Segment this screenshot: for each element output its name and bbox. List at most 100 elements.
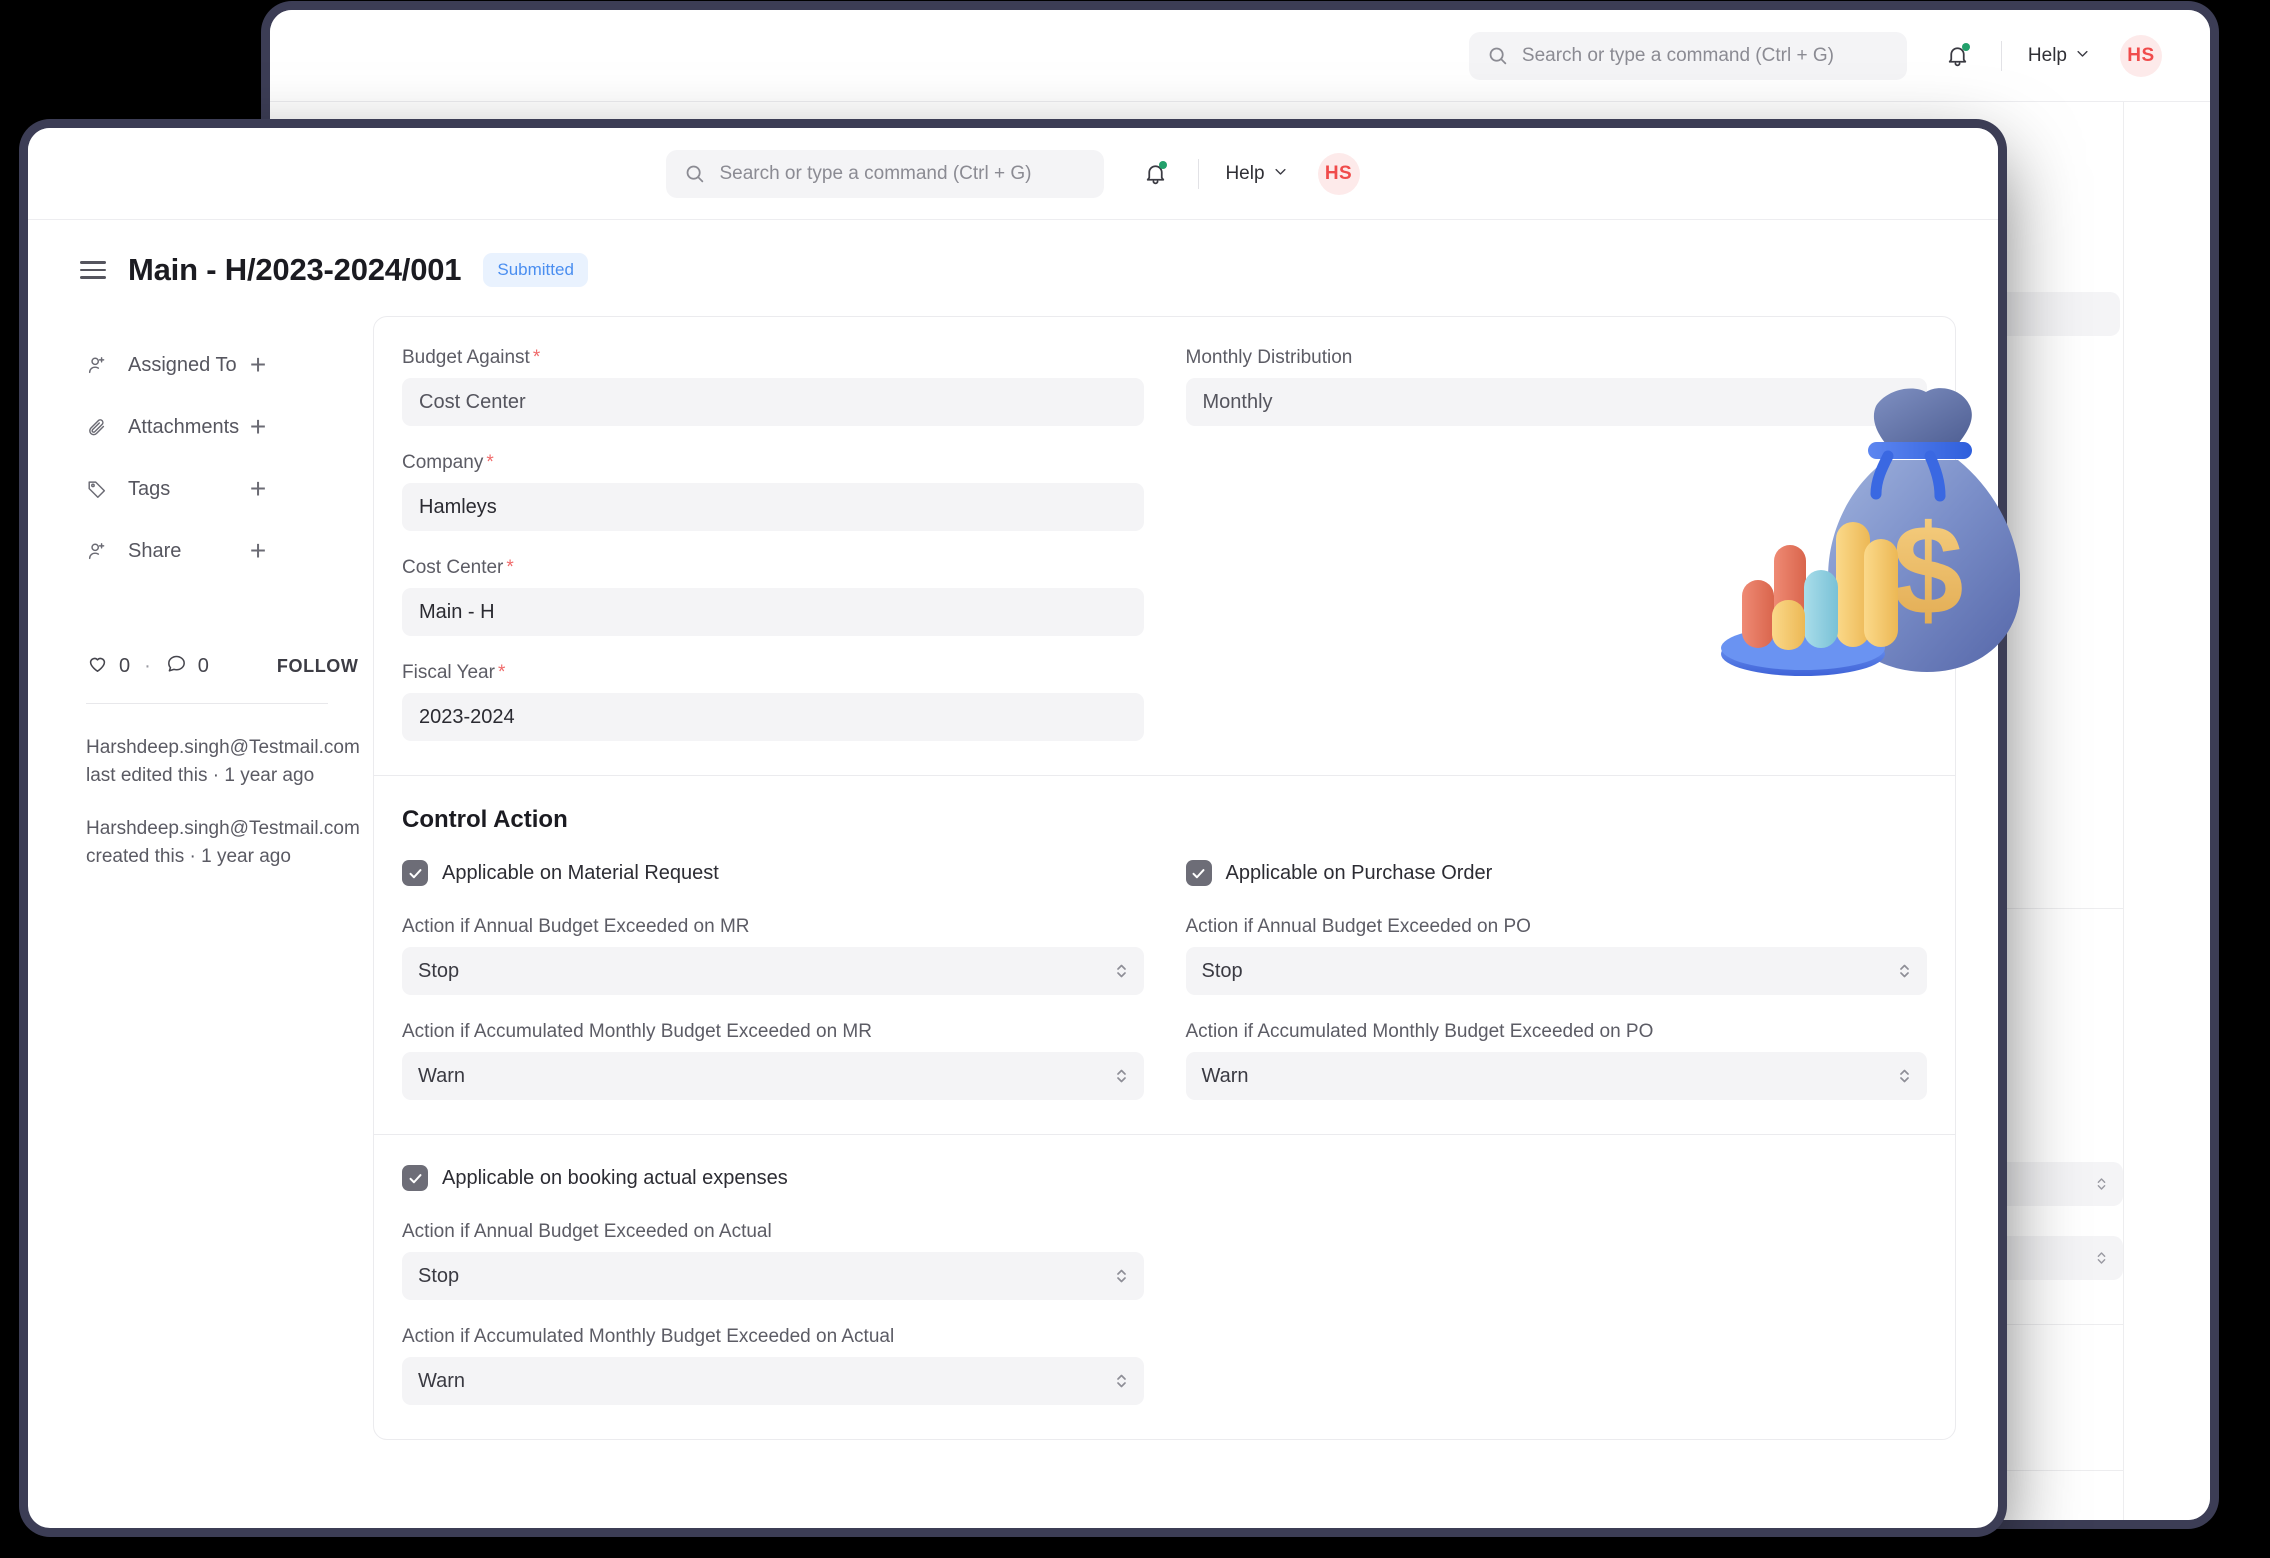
chevron-down-icon [2075,45,2090,67]
select-value: Warn [418,1369,466,1392]
details-right-column: Monthly Distribution Monthly [1185,347,1927,741]
monthly-distribution-input[interactable]: Monthly [1185,378,1927,426]
background-column-rule [2123,102,2124,1520]
add-tag-button[interactable]: + [243,475,273,503]
like-count: 0 [119,655,131,677]
sidebar-item-label: Assigned To [128,353,237,376]
checkbox-row-material-request[interactable]: Applicable on Material Request [402,860,1144,886]
field-label: Action if Annual Budget Exceeded on PO [1185,916,1531,937]
sidebar-divider [86,703,328,704]
field-label: Cost Center * [402,557,514,578]
sidebar-item-attachments[interactable]: Attachments + [86,396,373,458]
page-content: Assigned To + Attachments + Tags + Share… [28,298,1998,1440]
field-label: Budget Against * [402,347,541,368]
field-monthly-budget-exceeded-actual: Action if Accumulated Monthly Budget Exc… [402,1326,1144,1405]
chevron-updown-icon [1115,961,1128,981]
field-label: Action if Annual Budget Exceeded on MR [402,916,750,937]
field-label: Action if Accumulated Monthly Budget Exc… [1185,1021,1654,1042]
select-annual-budget-exceeded-mr[interactable]: Stop [402,947,1144,995]
add-attachment-button[interactable]: + [243,413,273,441]
sidebar-item-tags[interactable]: Tags + [86,458,373,520]
chevron-updown-icon [1898,1066,1911,1086]
like-icon[interactable] [86,652,109,681]
add-assigned-to-button[interactable]: + [243,351,273,379]
tag-icon [86,478,116,500]
page-header: Main - H/2023-2024/001 Submitted [28,220,1998,298]
actual-expenses-right-spacer [1186,1165,1928,1405]
sidebar-item-label: Tags [128,477,171,500]
checkbox-label: Applicable on Purchase Order [1225,861,1493,884]
control-action-po-column: Applicable on Purchase Order Action if A… [1185,860,1928,1100]
select-value: Stop [1201,959,1243,982]
search-input[interactable]: Search or type a command (Ctrl + G) [666,149,1105,198]
field-label: Fiscal Year * [402,662,506,683]
field-label: Action if Annual Budget Exceeded on Actu… [402,1221,772,1242]
add-share-button[interactable]: + [243,537,273,565]
budget-against-input[interactable]: Cost Center [402,378,1144,426]
share-user-icon [86,540,116,562]
chevron-updown-icon [1898,961,1911,981]
follow-button[interactable]: FOLLOW [277,656,359,677]
help-menu-button[interactable]: Help [2028,45,2090,67]
field-budget-against: Budget Against * Cost Center [402,347,1144,426]
checkbox-label: Applicable on Material Request [442,861,719,884]
notification-bell-icon[interactable] [1138,157,1172,191]
chevron-down-icon [1273,163,1288,185]
avatar[interactable]: HS [1317,152,1360,195]
separator: · [144,655,151,677]
foreground-window-topbar: Search or type a command (Ctrl + G) Help [28,128,1998,220]
comment-icon[interactable] [165,652,188,681]
checkbox-applicable-booking-actual-expenses[interactable] [402,1165,428,1191]
fiscal-year-input[interactable]: 2023-2024 [402,693,1144,741]
topbar-actions: Help HS [1104,152,1360,195]
search-input-background[interactable]: Search or type a command (Ctrl + G) [1468,31,1907,80]
field-monthly-budget-exceeded-po: Action if Accumulated Monthly Budget Exc… [1185,1021,1927,1100]
control-action-mr-column: Applicable on Material Request Action if… [402,860,1144,1100]
required-marker: * [532,347,541,368]
required-marker: * [497,662,506,683]
field-monthly-distribution: Monthly Distribution Monthly [1185,347,1927,426]
select-monthly-budget-exceeded-po[interactable]: Warn [1185,1052,1927,1100]
field-label: Company * [402,452,494,473]
select-annual-budget-exceeded-po[interactable]: Stop [1185,947,1927,995]
actual-expenses-section: Applicable on booking actual expenses Ac… [374,1134,1955,1439]
checkbox-label: Applicable on booking actual expenses [442,1166,788,1189]
assign-user-icon [86,354,116,376]
checkbox-row-actual-expenses[interactable]: Applicable on booking actual expenses [402,1165,1144,1191]
document-sidebar: Assigned To + Attachments + Tags + Share… [28,316,373,1440]
field-fiscal-year: Fiscal Year * 2023-2024 [402,662,1144,741]
section-title: Control Action [402,806,568,833]
checkbox-row-purchase-order[interactable]: Applicable on Purchase Order [1185,860,1928,886]
control-action-section: Control Action Applicable on Material Re… [374,775,1955,1134]
hamburger-menu-icon[interactable] [80,261,106,279]
sidebar-item-share[interactable]: Share + [86,520,373,582]
cost-center-input[interactable]: Main - H [402,588,1144,636]
field-annual-budget-exceeded-po: Action if Annual Budget Exceeded on PO S… [1185,916,1927,995]
help-label: Help [1225,162,1265,184]
sidebar-item-assigned-to[interactable]: Assigned To + [86,334,373,396]
social-actions: 0 · 0 FOLLOW [86,652,373,681]
background-window-topbar: Search or type a command (Ctrl + G) Help [270,10,2210,102]
help-menu-button[interactable]: Help [1225,163,1287,185]
chevron-updown-icon [2095,1247,2107,1269]
comment-count: 0 [197,655,209,677]
company-input[interactable]: Hamleys [402,483,1144,531]
select-monthly-budget-exceeded-mr[interactable]: Warn [402,1052,1144,1100]
activity-entry: Harshdeep.singh@Testmail.com created thi… [86,818,360,867]
required-marker: * [486,452,494,473]
foreground-window[interactable]: Search or type a command (Ctrl + G) Help [28,128,1998,1528]
select-annual-budget-exceeded-actual[interactable]: Stop [402,1252,1144,1300]
avatar[interactable]: HS [2120,34,2162,77]
checkbox-applicable-material-request[interactable] [402,860,428,886]
select-value: Stop [418,1264,460,1287]
select-monthly-budget-exceeded-actual[interactable]: Warn [402,1357,1144,1405]
paperclip-icon [86,416,116,438]
form-card: Budget Against * Cost Center Company * Ham… [373,316,1956,1440]
search-icon [684,163,705,184]
screen-background: Search or type a command (Ctrl + G) Help [0,0,2270,1558]
checkbox-applicable-purchase-order[interactable] [1185,860,1212,886]
page-title: Main - H/2023-2024/001 [128,252,462,287]
status-badge: Submitted [483,253,588,287]
notification-bell-icon[interactable] [1941,39,1975,73]
topbar-divider [1198,158,1200,189]
